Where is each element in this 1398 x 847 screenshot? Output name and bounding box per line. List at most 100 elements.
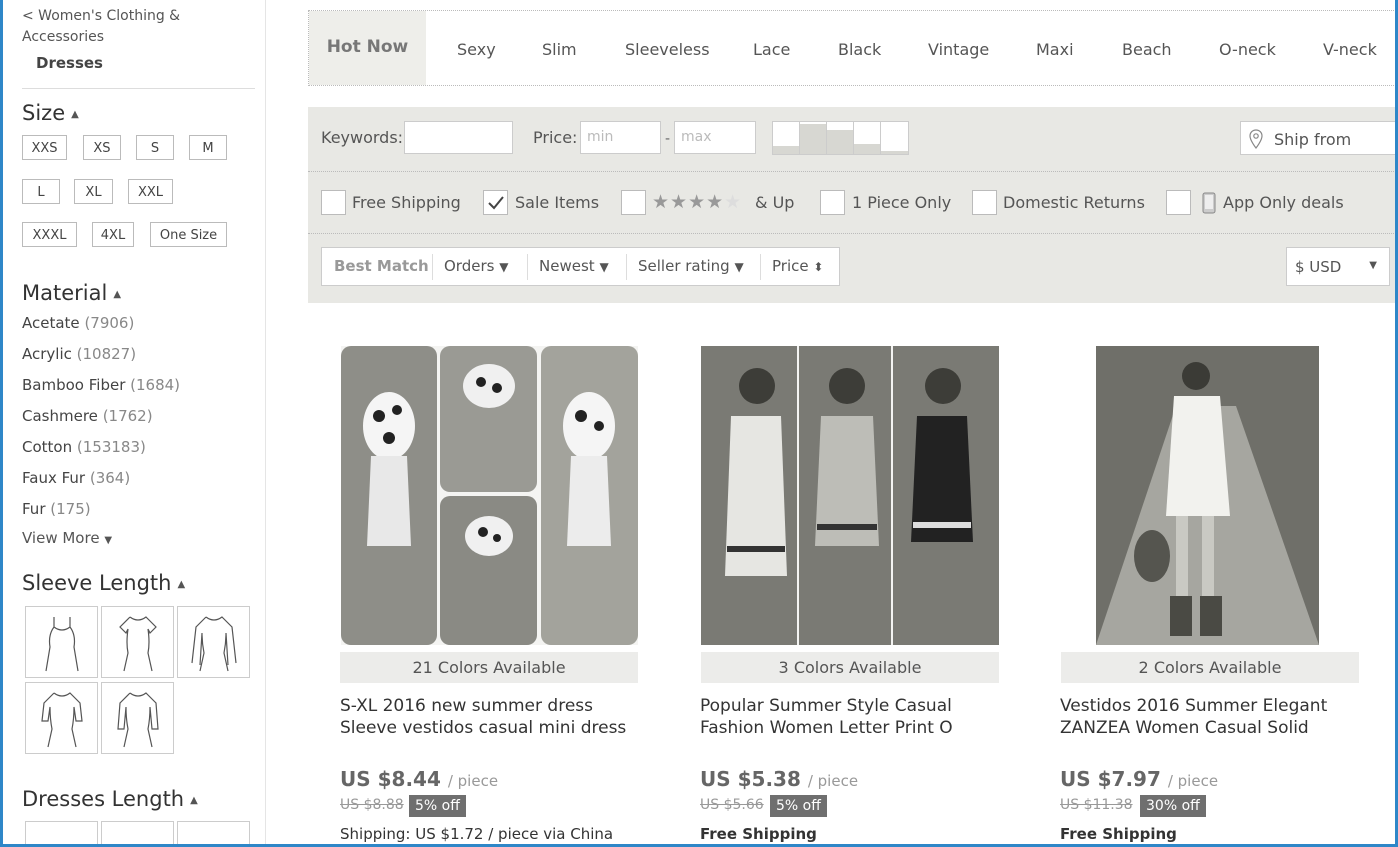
sleeve-option-three-quarter[interactable] bbox=[25, 682, 98, 754]
tag-sexy[interactable]: Sexy bbox=[457, 11, 496, 85]
tag-sleeveless[interactable]: Sleeveless bbox=[625, 11, 710, 85]
ship-from-dropdown[interactable]: Ship from bbox=[1240, 121, 1398, 155]
app-only-label[interactable]: App Only deals bbox=[1223, 193, 1344, 212]
sort-updown-icon: ⬍ bbox=[813, 260, 824, 274]
material-item-faux-fur[interactable]: Faux Fur (364) bbox=[22, 469, 130, 487]
size-option-s[interactable]: S bbox=[136, 135, 174, 160]
product-title[interactable]: S-XL 2016 new summer dress Sleeve vestido… bbox=[340, 695, 650, 739]
current-category: Dresses bbox=[36, 54, 103, 72]
price-value: US $5.38 bbox=[700, 767, 801, 791]
sleeve-option-half[interactable] bbox=[101, 682, 174, 754]
material-item-acetate[interactable]: Acetate (7906) bbox=[22, 314, 134, 332]
triangle-down-icon: ▼ bbox=[599, 260, 609, 274]
size-option-l[interactable]: L bbox=[22, 179, 60, 204]
tag-hot-now[interactable]: Hot Now bbox=[309, 11, 426, 85]
product-colors-available[interactable]: 21 Colors Available bbox=[340, 652, 638, 683]
product-colors-available[interactable]: 3 Colors Available bbox=[701, 652, 999, 683]
material-item-acrylic[interactable]: Acrylic (10827) bbox=[22, 345, 136, 363]
material-item-cotton[interactable]: Cotton (153183) bbox=[22, 438, 146, 456]
sale-items-checkbox[interactable] bbox=[483, 190, 508, 215]
sort-best-match[interactable]: Best Match bbox=[334, 248, 429, 285]
dresses-length-section-title[interactable]: Dresses Length ▲ bbox=[22, 787, 198, 811]
sleeve-option-long[interactable] bbox=[177, 606, 250, 678]
product-image-2[interactable] bbox=[701, 346, 999, 645]
length-option-1[interactable] bbox=[25, 821, 98, 847]
size-option-xs[interactable]: XS bbox=[83, 135, 121, 160]
size-option-xxs[interactable]: XXS bbox=[22, 135, 67, 160]
price-range-bar-5[interactable] bbox=[880, 121, 909, 155]
sidebar: < Women's Clothing & Accessories Dresses… bbox=[0, 0, 266, 847]
material-section-title[interactable]: Material ▲ bbox=[22, 281, 121, 305]
tag-v-neck[interactable]: V-neck bbox=[1323, 11, 1377, 85]
product-image-3[interactable] bbox=[1096, 346, 1319, 645]
one-piece-checkbox[interactable] bbox=[820, 190, 845, 215]
half-sleeve-dress-icon bbox=[117, 692, 159, 748]
length-option-3[interactable] bbox=[177, 821, 250, 847]
material-item-fur[interactable]: Fur (175) bbox=[22, 500, 91, 518]
tag-lace[interactable]: Lace bbox=[753, 11, 790, 85]
price-range-bar-2[interactable] bbox=[799, 121, 827, 155]
one-piece-label[interactable]: 1 Piece Only bbox=[852, 193, 951, 212]
sort-orders[interactable]: Orders ▼ bbox=[444, 248, 508, 285]
length-option-2[interactable] bbox=[101, 821, 174, 847]
material-count: (1762) bbox=[102, 407, 153, 425]
free-shipping-checkbox[interactable] bbox=[321, 190, 346, 215]
view-more-text: View More bbox=[22, 529, 100, 547]
size-option-xl[interactable]: XL bbox=[74, 179, 113, 204]
product-original-price: US $11.38 bbox=[1060, 797, 1133, 813]
product-image-1[interactable] bbox=[341, 346, 638, 645]
tag-slim[interactable]: Slim bbox=[542, 11, 577, 85]
product-title[interactable]: Popular Summer Style Casual Fashion Women… bbox=[700, 695, 1010, 739]
product-title-line: Sleeve vestidos casual mini dress bbox=[340, 718, 627, 738]
tag-black[interactable]: Black bbox=[838, 11, 881, 85]
tag-vintage[interactable]: Vintage bbox=[928, 11, 989, 85]
price-range-bar-1[interactable] bbox=[772, 121, 800, 155]
price-range-dash: - bbox=[665, 131, 671, 147]
caret-down-icon: ▼ bbox=[104, 535, 113, 546]
material-item-cashmere[interactable]: Cashmere (1762) bbox=[22, 407, 153, 425]
sort-price[interactable]: Price ⬍ bbox=[772, 248, 823, 285]
price-range-bar-4[interactable] bbox=[853, 121, 881, 155]
size-option-m[interactable]: M bbox=[189, 135, 227, 160]
domestic-returns-label[interactable]: Domestic Returns bbox=[1003, 193, 1145, 212]
size-option-xxl[interactable]: XXL bbox=[128, 179, 173, 204]
app-only-checkbox[interactable] bbox=[1166, 190, 1191, 215]
price-max-input[interactable]: max bbox=[674, 121, 756, 154]
tag-beach[interactable]: Beach bbox=[1122, 11, 1172, 85]
material-count: (1684) bbox=[130, 376, 181, 394]
sleeve-length-section-title[interactable]: Sleeve Length ▲ bbox=[22, 571, 185, 595]
caret-up-icon: ▲ bbox=[71, 108, 79, 120]
sleeve-option-sleeveless[interactable] bbox=[25, 606, 98, 678]
currency-select[interactable]: $ USD ▼ bbox=[1286, 247, 1390, 286]
long-sleeve-dress-icon bbox=[191, 616, 237, 672]
sort-newest[interactable]: Newest ▼ bbox=[539, 248, 609, 285]
material-view-more-link[interactable]: View More ▼ bbox=[22, 529, 112, 547]
rating-and-up-label[interactable]: & Up bbox=[755, 193, 794, 212]
sale-items-label[interactable]: Sale Items bbox=[515, 193, 599, 212]
free-shipping-label[interactable]: Free Shipping bbox=[352, 193, 461, 212]
material-item-bamboo-fiber[interactable]: Bamboo Fiber (1684) bbox=[22, 376, 180, 394]
size-option-4xl[interactable]: 4XL bbox=[92, 222, 134, 247]
product-shipping: Free Shipping bbox=[1060, 825, 1177, 843]
size-option-xxxl[interactable]: XXXL bbox=[22, 222, 77, 247]
tag-maxi[interactable]: Maxi bbox=[1036, 11, 1074, 85]
product-title-line: S-XL 2016 new summer dress bbox=[340, 696, 593, 716]
rating-checkbox[interactable] bbox=[621, 190, 646, 215]
product-title[interactable]: Vestidos 2016 Summer Elegant ZANZEA Women… bbox=[1060, 695, 1370, 739]
product-photo bbox=[1096, 346, 1319, 645]
sort-newest-label: Newest bbox=[539, 257, 595, 275]
size-option-one-size[interactable]: One Size bbox=[150, 222, 227, 247]
price-min-input[interactable]: min bbox=[580, 121, 661, 154]
size-section-title[interactable]: Size ▲ bbox=[22, 101, 79, 125]
product-title-line: Fashion Women Letter Print O bbox=[700, 718, 953, 738]
size-title-text: Size bbox=[22, 101, 66, 125]
product-colors-available[interactable]: 2 Colors Available bbox=[1061, 652, 1359, 683]
sort-seller-rating[interactable]: Seller rating ▼ bbox=[638, 248, 744, 285]
domestic-returns-checkbox[interactable] bbox=[972, 190, 997, 215]
sleeve-option-short[interactable] bbox=[101, 606, 174, 678]
keywords-input[interactable] bbox=[404, 121, 513, 154]
price-range-bar-3[interactable] bbox=[826, 121, 854, 155]
breadcrumb-back-link[interactable]: < Women's Clothing & Accessories bbox=[22, 6, 232, 48]
material-title-text: Material bbox=[22, 281, 108, 305]
tag-o-neck[interactable]: O-neck bbox=[1219, 11, 1276, 85]
